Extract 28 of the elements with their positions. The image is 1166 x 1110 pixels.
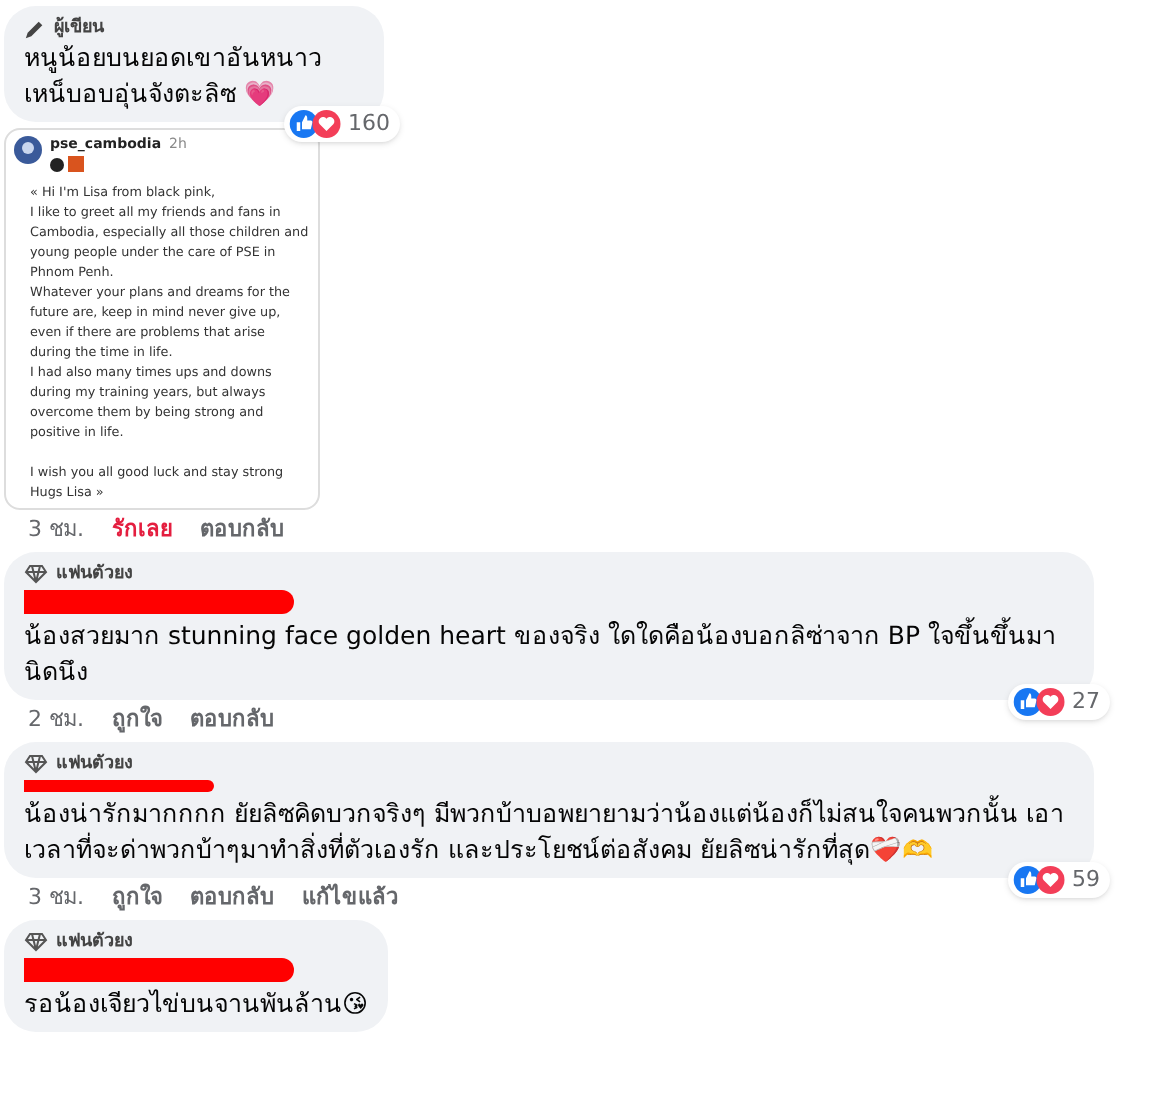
pencil-icon bbox=[24, 17, 46, 39]
bomb-icon bbox=[50, 156, 66, 172]
diamond-icon bbox=[24, 932, 48, 952]
square-icon bbox=[68, 156, 84, 172]
comment-text: รอน้องเจียวไข่บนจานพันล้าน😘 bbox=[24, 986, 369, 1022]
comment-time: 3 ชม. bbox=[28, 514, 84, 546]
action-link[interactable]: ถูกใจ bbox=[112, 704, 162, 736]
badge-label: แฟนตัวยง bbox=[56, 562, 132, 586]
action-link[interactable]: รักเลย bbox=[112, 514, 172, 546]
like-love-icon bbox=[1012, 685, 1068, 718]
badge-label: แฟนตัวยง bbox=[56, 752, 132, 776]
like-love-icon bbox=[1012, 863, 1068, 896]
diamond-icon bbox=[24, 564, 48, 584]
action-link[interactable]: ตอบกลับ bbox=[190, 704, 274, 736]
badge-label: แฟนตัวยง bbox=[56, 930, 132, 954]
comment-time: 3 ชม. bbox=[28, 882, 84, 914]
reaction-count[interactable]: 27 bbox=[1008, 683, 1110, 720]
action-link[interactable]: ถูกใจ bbox=[112, 882, 162, 914]
action-link[interactable]: ตอบกลับ bbox=[190, 882, 274, 914]
like-love-icon bbox=[288, 107, 344, 140]
reaction-count[interactable]: 59 bbox=[1008, 861, 1110, 898]
badge-label: ผู้เขียน bbox=[54, 16, 104, 40]
action-link[interactable]: ตอบกลับ bbox=[200, 514, 284, 546]
avatar bbox=[14, 136, 42, 164]
reaction-count[interactable]: 160 bbox=[284, 105, 400, 142]
diamond-icon bbox=[24, 754, 48, 774]
action-link[interactable]: แก้ไขแล้ว bbox=[302, 882, 398, 914]
comment-time: 2 ชม. bbox=[28, 704, 84, 736]
